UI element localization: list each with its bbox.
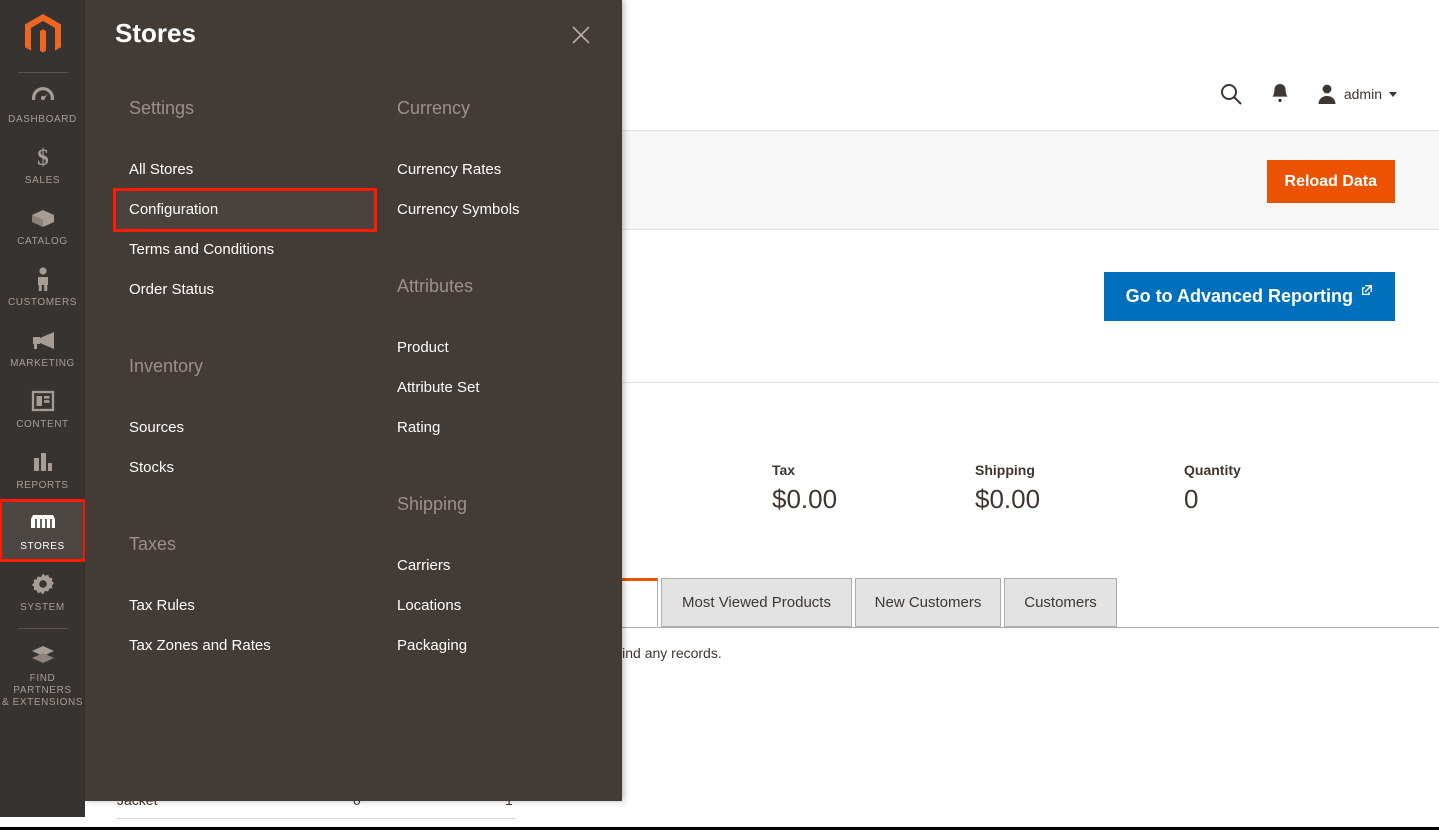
sidebar-item-label: CONTENT: [16, 419, 69, 431]
stat-label: Tax: [772, 462, 837, 478]
stat-shipping: Shipping $0.00: [975, 462, 1040, 515]
menu-item-currency-rates[interactable]: Currency Rates: [383, 150, 613, 190]
tab-label: Customers: [1024, 594, 1097, 611]
sidebar-item-label: CUSTOMERS: [8, 297, 77, 309]
search-icon[interactable]: [1219, 82, 1243, 106]
menu-item-all-stores[interactable]: All Stores: [115, 150, 375, 190]
magento-logo-icon: [23, 14, 63, 58]
sidebar-item-stores[interactable]: STORES: [0, 500, 85, 561]
sidebar-item-label: MARKETING: [10, 358, 75, 370]
dashboard-icon: [29, 82, 57, 110]
menu-item-carriers[interactable]: Carriers: [383, 546, 613, 586]
bar-chart-icon: [29, 448, 57, 476]
main-sidebar: DASHBOARD $ SALES CATALOG CUSTOMERS MARK…: [0, 0, 85, 817]
sidebar-item-label: REPORTS: [16, 480, 68, 492]
bell-icon[interactable]: [1269, 82, 1291, 106]
tab-customers[interactable]: Customers: [1004, 578, 1117, 627]
stat-tax: Tax $0.00: [772, 462, 837, 515]
menu-item-tax-zones-and-rates[interactable]: Tax Zones and Rates: [115, 626, 375, 666]
menu-item-currency-symbols[interactable]: Currency Symbols: [383, 190, 613, 230]
menu-item-configuration[interactable]: Configuration: [115, 190, 375, 230]
menu-title: Stores: [115, 18, 196, 49]
sidebar-item-label: FIND PARTNERS & EXTENSIONS: [0, 673, 85, 709]
gear-icon: [29, 570, 57, 598]
extensions-icon: [29, 641, 57, 669]
box-icon: [29, 204, 57, 232]
stat-value: $0.00: [772, 484, 837, 515]
menu-item-sources[interactable]: Sources: [115, 408, 375, 448]
go-to-advanced-reporting-button[interactable]: Go to Advanced Reporting: [1104, 272, 1395, 321]
menu-item-order-status[interactable]: Order Status: [115, 270, 375, 310]
menu-item-attribute-set[interactable]: Attribute Set: [383, 368, 613, 408]
stat-quantity: Quantity 0: [1184, 462, 1241, 515]
sidebar-item-catalog[interactable]: CATALOG: [0, 195, 85, 256]
tab-most-viewed-products[interactable]: Most Viewed Products: [661, 578, 852, 627]
menu-group-shipping: Shipping: [383, 492, 613, 516]
menu-item-stocks[interactable]: Stocks: [115, 448, 375, 488]
sidebar-item-marketing[interactable]: MARKETING: [0, 317, 85, 378]
sidebar-item-label: DASHBOARD: [8, 114, 77, 126]
tab-new-customers[interactable]: New Customers: [855, 578, 1001, 627]
table-row-divider: [116, 818, 516, 819]
menu-column-left: Settings All Stores Configuration Terms …: [115, 96, 375, 666]
menu-group-inventory: Inventory: [115, 354, 375, 378]
admin-username: admin: [1344, 86, 1382, 102]
menu-group-settings: Settings: [115, 96, 375, 120]
menu-group-attributes: Attributes: [383, 274, 613, 298]
chevron-down-icon: [1389, 92, 1397, 97]
svg-text:$: $: [37, 145, 49, 170]
sidebar-item-content[interactable]: CONTENT: [0, 378, 85, 439]
stat-value: $0.00: [975, 484, 1040, 515]
external-link-icon: [1361, 284, 1373, 299]
tab-label: New Customers: [875, 594, 982, 611]
sidebar-item-label: SYSTEM: [20, 602, 65, 614]
menu-item-rating[interactable]: Rating: [383, 408, 613, 448]
sidebar-item-reports[interactable]: REPORTS: [0, 439, 85, 500]
sidebar-item-label: SALES: [25, 175, 60, 187]
store-icon: [29, 509, 57, 537]
tab-label: Most Viewed Products: [682, 594, 831, 611]
sidebar-item-system[interactable]: SYSTEM: [0, 561, 85, 622]
menu-group-taxes: Taxes: [115, 532, 375, 556]
reload-data-button[interactable]: Reload Data: [1267, 160, 1395, 203]
admin-page: DASHBOARD $ SALES CATALOG CUSTOMERS MARK…: [0, 0, 1439, 830]
advanced-reporting-button-label: Go to Advanced Reporting: [1126, 286, 1353, 307]
stat-value: 0: [1184, 484, 1241, 515]
menu-item-packaging[interactable]: Packaging: [383, 626, 613, 666]
menu-item-product[interactable]: Product: [383, 328, 613, 368]
sidebar-item-dashboard[interactable]: DASHBOARD: [0, 73, 85, 134]
sidebar-item-sales[interactable]: $ SALES: [0, 134, 85, 195]
close-icon[interactable]: [566, 20, 596, 50]
sidebar-item-label: CATALOG: [17, 236, 68, 248]
menu-item-tax-rules[interactable]: Tax Rules: [115, 586, 375, 626]
sidebar-item-label: STORES: [20, 541, 65, 553]
stores-menu-panel: Stores Settings All Stores Configuration…: [85, 0, 622, 801]
sidebar-item-customers[interactable]: CUSTOMERS: [0, 256, 85, 317]
megaphone-icon: [29, 326, 57, 354]
menu-item-terms-and-conditions[interactable]: Terms and Conditions: [115, 230, 375, 270]
person-icon: [29, 265, 57, 293]
layout-icon: [29, 387, 57, 415]
user-avatar-icon: [1317, 83, 1337, 105]
menu-column-right: Currency Currency Rates Currency Symbols…: [383, 96, 613, 666]
stat-label: Shipping: [975, 462, 1040, 478]
menu-item-locations[interactable]: Locations: [383, 586, 613, 626]
sidebar-item-find-partners-extensions[interactable]: FIND PARTNERS & EXTENSIONS: [0, 629, 85, 717]
dollar-icon: $: [29, 143, 57, 171]
menu-group-currency: Currency: [383, 96, 613, 120]
magento-logo[interactable]: [0, 0, 85, 72]
stat-label: Quantity: [1184, 462, 1241, 478]
admin-menu[interactable]: admin: [1317, 83, 1397, 105]
